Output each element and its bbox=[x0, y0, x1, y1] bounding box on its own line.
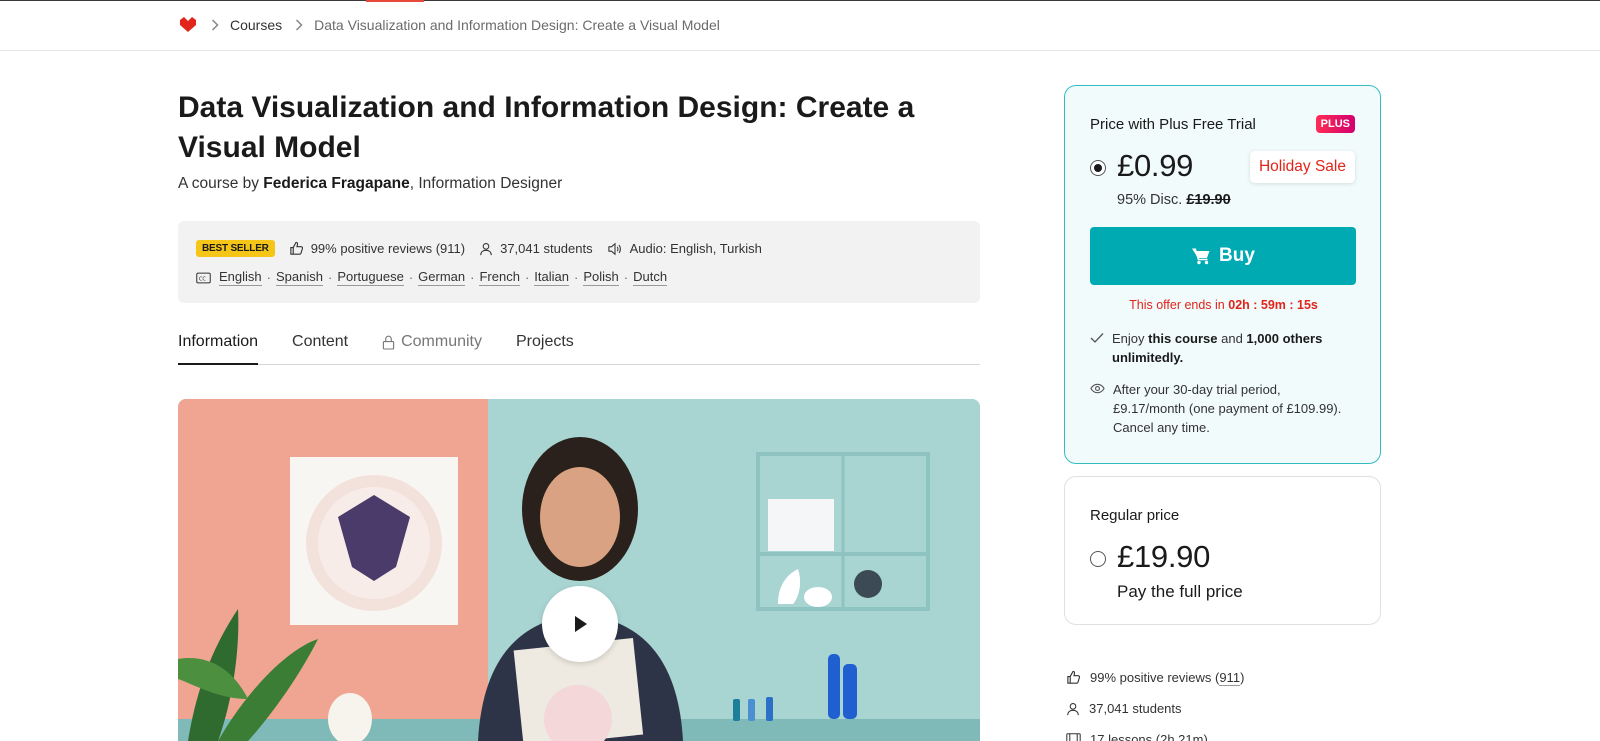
stat-students-text: 37,041 students bbox=[1089, 701, 1182, 716]
play-icon bbox=[575, 616, 587, 632]
thumbs-up-icon bbox=[1067, 670, 1081, 684]
plus-price: £0.99 bbox=[1117, 148, 1194, 183]
subtitle-language[interactable]: Italian bbox=[534, 269, 569, 286]
tab-content[interactable]: Content bbox=[292, 333, 348, 365]
speaker-icon bbox=[607, 242, 621, 255]
perk-trial: After your 30-day trial period, £9.17/mo… bbox=[1090, 380, 1356, 437]
meta-row-stats: BEST SELLER 99% positive reviews (911) 3… bbox=[196, 240, 776, 257]
video-still-image bbox=[178, 399, 980, 741]
page-title: Data Visualization and Information Desig… bbox=[178, 91, 915, 164]
checkmark-icon bbox=[1090, 333, 1104, 343]
subtitle-language[interactable]: English bbox=[219, 269, 262, 286]
meta-reviews-text: 99% positive reviews (911) bbox=[310, 241, 466, 256]
thumbs-up-icon bbox=[290, 241, 303, 255]
perk-trial-text: After your 30-day trial period, £9.17/mo… bbox=[1113, 382, 1342, 435]
course-byline: A course by Federica Fragapane, Informat… bbox=[178, 175, 562, 193]
stat-students: 37,041 students bbox=[1066, 693, 1244, 724]
breadcrumb-bar: Courses Data Visualization and Informati… bbox=[0, 1, 1600, 51]
breadcrumb-current: Data Visualization and Information Desig… bbox=[314, 17, 720, 33]
plus-badge: PLUS bbox=[1315, 115, 1355, 133]
meta-students-text: 37,041 students bbox=[500, 241, 593, 256]
regular-price-radio[interactable] bbox=[1090, 551, 1106, 567]
course-stats-list: 99% positive reviews (911) 37,041 studen… bbox=[1066, 662, 1244, 741]
play-button[interactable] bbox=[542, 586, 618, 662]
user-icon bbox=[480, 242, 492, 255]
subtitle-language[interactable]: German bbox=[418, 269, 466, 286]
reviews-count-link[interactable]: 911 bbox=[1219, 670, 1241, 686]
buy-label: Buy bbox=[1219, 245, 1255, 266]
breadcrumb: Courses Data Visualization and Informati… bbox=[178, 15, 720, 35]
byline-prefix: A course by bbox=[178, 175, 264, 192]
course-video-thumbnail[interactable] bbox=[178, 399, 980, 741]
perk-unlimited-text: Enjoy this course and 1,000 others unlim… bbox=[1112, 331, 1323, 365]
lock-icon bbox=[382, 335, 395, 350]
tab-community-label: Community bbox=[401, 333, 482, 350]
best-seller-badge: BEST SELLER bbox=[196, 240, 275, 257]
offer-countdown: This offer ends in 02h : 59m : 15s bbox=[1065, 298, 1382, 312]
eye-icon bbox=[1090, 383, 1105, 394]
subtitle-language[interactable]: French bbox=[479, 269, 520, 286]
meta-audio-text: Audio: English, Turkish bbox=[629, 241, 762, 256]
meta-audio: Audio: English, Turkish bbox=[607, 241, 762, 256]
plus-offer-heading: Price with Plus Free Trial bbox=[1090, 116, 1256, 133]
holiday-sale-tag: Holiday Sale bbox=[1249, 151, 1355, 183]
film-icon bbox=[1066, 733, 1081, 741]
countdown-timer: 02h : 59m : 15s bbox=[1228, 298, 1318, 312]
stat-reviews: 99% positive reviews (911) bbox=[1066, 662, 1244, 693]
chevron-right-icon bbox=[211, 19, 219, 31]
chevron-right-icon bbox=[295, 19, 303, 31]
regular-price-subtitle: Pay the full price bbox=[1117, 582, 1243, 601]
stat-lessons: 17 lessons (2h 21m) bbox=[1066, 724, 1244, 741]
domestika-logo-icon[interactable] bbox=[178, 15, 198, 35]
offer-prefix: This offer ends in bbox=[1129, 298, 1229, 312]
breadcrumb-courses-link[interactable]: Courses bbox=[230, 17, 282, 33]
meta-students: 37,041 students bbox=[479, 241, 593, 256]
subtitle-language[interactable]: Spanish bbox=[275, 269, 323, 286]
original-price: £19.90 bbox=[1186, 192, 1231, 208]
regular-price-heading: Regular price bbox=[1090, 507, 1180, 524]
author-link[interactable]: Federica Fragapane bbox=[263, 175, 409, 192]
perk-unlimited: Enjoy this course and 1,000 others unlim… bbox=[1090, 329, 1356, 367]
regular-price-card[interactable]: Regular price £19.90 Pay the full price bbox=[1064, 476, 1381, 625]
subtitle-languages: English · Spanish · Portuguese · German · Fr… bbox=[219, 269, 668, 286]
svg-text:CC: CC bbox=[199, 276, 207, 282]
subtitle-language[interactable]: Polish bbox=[583, 269, 619, 286]
user-icon bbox=[1067, 702, 1079, 715]
meta-row-subtitles: CC English · Spanish · Portuguese · German ·… bbox=[196, 269, 668, 286]
course-meta-box: BEST SELLER 99% positive reviews (911) 3… bbox=[178, 221, 980, 303]
stat-lessons-text: 17 lessons (2h 21m) bbox=[1090, 732, 1208, 741]
subtitle-language[interactable]: Dutch bbox=[633, 269, 668, 286]
plus-offer-card[interactable]: Price with Plus Free Trial PLUS £0.99 Ho… bbox=[1064, 85, 1381, 464]
course-tabs: Information Content Community Projects bbox=[178, 333, 980, 365]
tab-community[interactable]: Community bbox=[382, 333, 482, 365]
meta-reviews: 99% positive reviews (911) bbox=[289, 241, 465, 256]
closed-caption-icon: CC bbox=[196, 272, 211, 283]
discount-text: 95% Disc. bbox=[1117, 192, 1187, 208]
plus-price-radio[interactable] bbox=[1090, 160, 1106, 176]
buy-button[interactable]: Buy bbox=[1090, 227, 1356, 285]
author-role: , Information Designer bbox=[409, 175, 563, 192]
tab-information[interactable]: Information bbox=[178, 333, 259, 365]
subtitle-language[interactable]: Portuguese bbox=[337, 269, 404, 286]
regular-price: £19.90 bbox=[1117, 539, 1211, 574]
cart-icon bbox=[1192, 248, 1210, 265]
tab-projects[interactable]: Projects bbox=[516, 333, 574, 365]
discount-info: 95% Disc. £19.90 bbox=[1117, 192, 1231, 208]
